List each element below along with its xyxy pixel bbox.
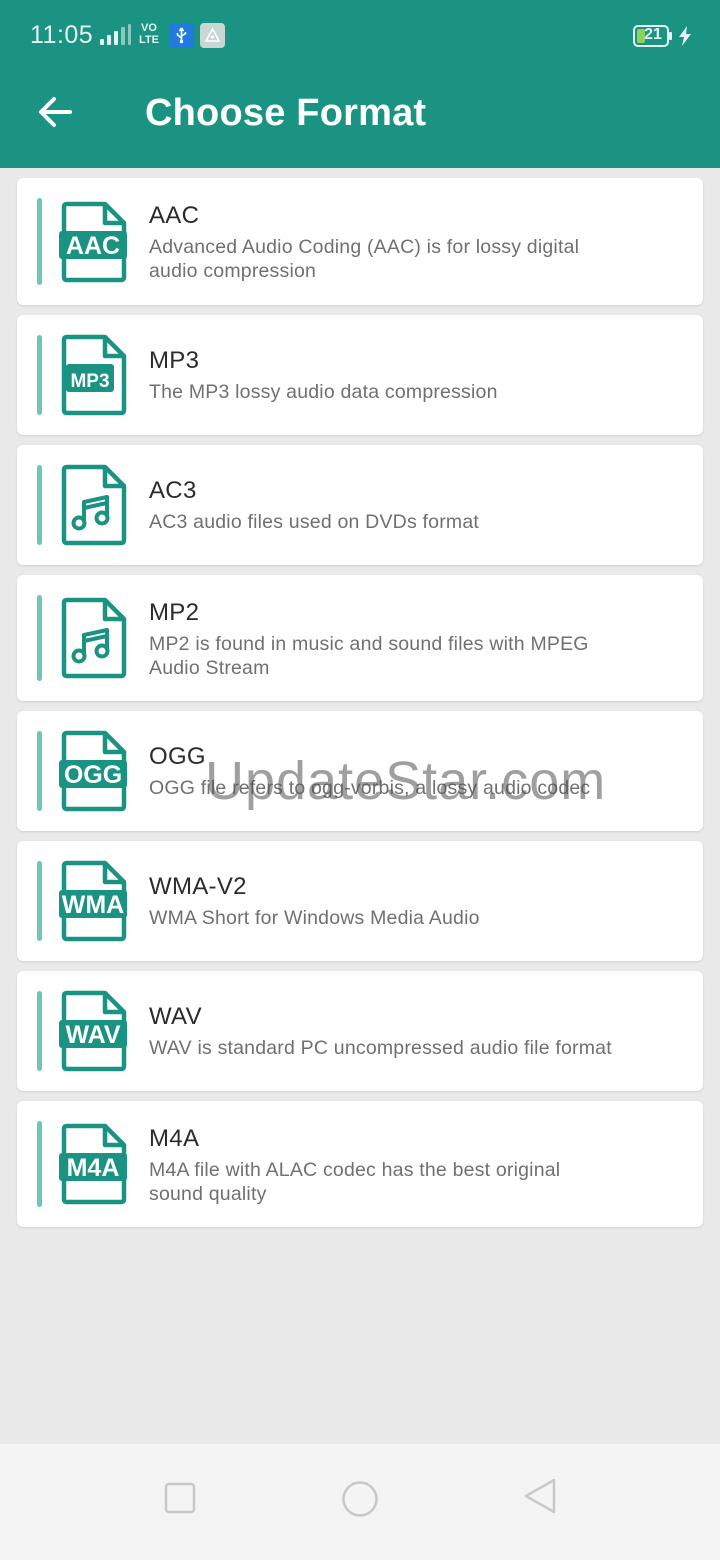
volte-indicator: VO LTE — [138, 22, 160, 46]
description-line: audio compression — [149, 260, 317, 282]
wav-file-icon: WAV — [59, 990, 127, 1072]
format-description: M4A file with ALAC codec has the best or… — [149, 1158, 684, 1206]
usb-icon — [169, 23, 194, 48]
accent-bar — [37, 335, 42, 415]
format-card-m4a[interactable]: M4A M4A M4A file with ALAC codec has the b… — [17, 1101, 703, 1227]
app-root: 11:05 VO LTE 21 Choose Format AAC AAC Ad… — [0, 0, 720, 1560]
format-description: WAV is standard PC uncompressed audio fi… — [149, 1036, 684, 1060]
format-name: AAC — [149, 202, 200, 229]
description-line: OGG file refers to ogg-vorbis, a lossy a… — [149, 777, 591, 799]
icon-label: M4A — [67, 1154, 120, 1182]
format-description: The MP3 lossy audio data compression — [149, 380, 684, 404]
format-card-wma-v2[interactable]: WMA WMA-V2 WMA Short for Windows Media Aud… — [17, 841, 703, 961]
description-line: M4A file with ALAC codec has the best or… — [149, 1159, 561, 1181]
description-line: MP2 is found in music and sound files wi… — [149, 633, 589, 655]
accent-bar — [37, 1121, 42, 1207]
battery-level: 21 — [644, 26, 662, 43]
music-file-icon — [61, 597, 127, 679]
format-name: OGG — [149, 743, 206, 770]
format-card-ogg[interactable]: OGG OGG OGG file refers to ogg-vorbis, a l… — [17, 711, 703, 831]
status-bar: 11:05 VO LTE 21 — [0, 0, 720, 72]
accent-bar — [37, 731, 42, 811]
accent-bar — [37, 465, 42, 545]
description-line: The MP3 lossy audio data compression — [149, 381, 498, 403]
description-line: Advanced Audio Coding (AAC) is for lossy… — [149, 236, 580, 258]
format-description: WMA Short for Windows Media Audio — [149, 906, 684, 930]
format-name: MP3 — [149, 347, 200, 374]
description-line: WMA Short for Windows Media Audio — [149, 907, 480, 929]
arrow-left-icon[interactable] — [36, 92, 76, 132]
format-card-mp3[interactable]: MP3 MP3 The MP3 lossy audio data compressi… — [17, 315, 703, 435]
status-time: 11:05 — [30, 21, 94, 49]
description-line: AC3 audio files used on DVDs format — [149, 511, 479, 533]
volte-line1: VO — [141, 22, 157, 34]
aac-file-icon: AAC — [59, 201, 127, 283]
app-header: 11:05 VO LTE 21 Choose Format — [0, 0, 720, 168]
accent-bar — [37, 991, 42, 1071]
back-triangle-icon[interactable] — [522, 1477, 558, 1515]
home-circle-icon[interactable] — [341, 1480, 379, 1518]
description-line: sound quality — [149, 1183, 267, 1205]
system-nav-bar — [0, 1444, 720, 1560]
format-card-ac3[interactable]: AC3 AC3 audio files used on DVDs format — [17, 445, 703, 565]
description-line: WAV is standard PC uncompressed audio fi… — [149, 1037, 612, 1059]
accent-bar — [37, 861, 42, 941]
format-name: WMA-V2 — [149, 873, 247, 900]
wma-file-icon: WMA — [59, 860, 127, 942]
format-description: AC3 audio files used on DVDs format — [149, 510, 684, 534]
charging-icon — [679, 26, 691, 46]
format-name: M4A — [149, 1125, 200, 1152]
icon-label: OGG — [64, 761, 122, 789]
accent-bar — [37, 198, 42, 285]
format-name: AC3 — [149, 477, 197, 504]
icon-label: WMA — [62, 891, 124, 919]
page-title: Choose Format — [145, 92, 427, 134]
format-name: WAV — [149, 1003, 202, 1030]
recents-square-icon[interactable] — [164, 1482, 196, 1514]
signal-icon — [100, 24, 131, 45]
format-description: OGG file refers to ogg-vorbis, a lossy a… — [149, 776, 684, 800]
volte-line2: LTE — [139, 34, 159, 46]
format-description: Advanced Audio Coding (AAC) is for lossy… — [149, 235, 684, 283]
description-line: Audio Stream — [149, 657, 270, 679]
mp3-file-icon: MP3 — [61, 334, 127, 416]
format-card-mp2[interactable]: MP2 MP2 is found in music and sound files… — [17, 575, 703, 701]
icon-label: AAC — [66, 232, 120, 260]
format-name: MP2 — [149, 599, 200, 626]
format-card-wav[interactable]: WAV WAV WAV is standard PC uncompressed au… — [17, 971, 703, 1091]
format-description: MP2 is found in music and sound files wi… — [149, 632, 684, 680]
icon-label: WAV — [65, 1021, 120, 1049]
format-card-aac[interactable]: AAC AAC Advanced Audio Coding (AAC) is for… — [17, 178, 703, 305]
music-file-icon — [61, 464, 127, 546]
icon-label: MP3 — [70, 371, 109, 392]
ogg-file-icon: OGG — [59, 730, 127, 812]
accent-bar — [37, 595, 42, 681]
m4a-file-icon: M4A — [59, 1123, 127, 1205]
shield-icon — [200, 23, 225, 48]
